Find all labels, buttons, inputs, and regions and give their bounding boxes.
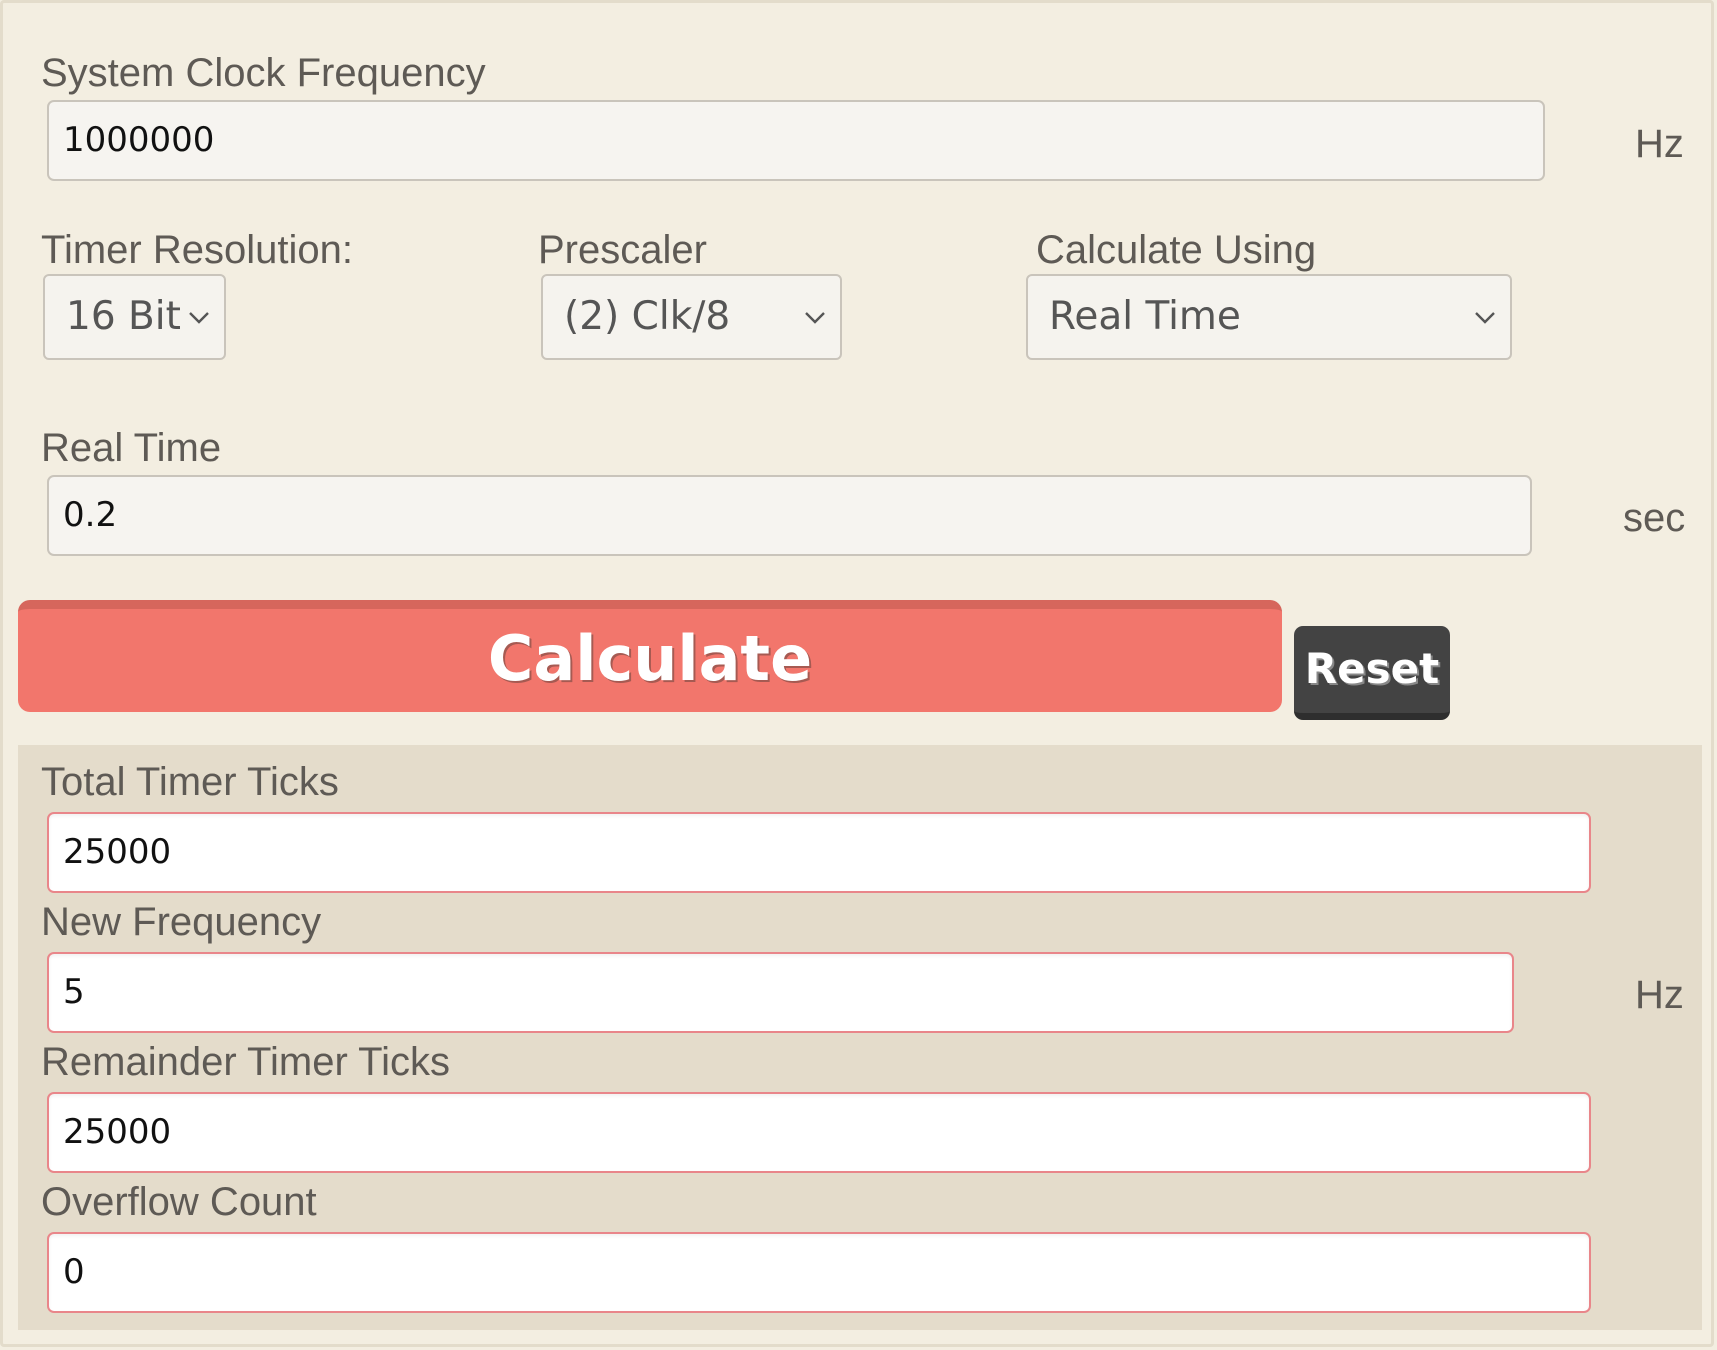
reset-button[interactable]: Reset: [1294, 626, 1450, 720]
calculate-button[interactable]: Calculate: [18, 600, 1282, 712]
chevron-down-icon: [1475, 312, 1495, 324]
new-frequency-unit: Hz: [1635, 973, 1684, 1017]
chevron-down-icon: [805, 312, 825, 324]
real-time-unit: sec: [1623, 496, 1686, 540]
clock-frequency-label: System Clock Frequency: [41, 51, 486, 95]
calculate-using-value: Real Time: [1049, 294, 1241, 339]
total-ticks-label: Total Timer Ticks: [41, 760, 339, 804]
timer-resolution-select[interactable]: 16 Bit: [43, 274, 226, 360]
prescaler-value: (2) Clk/8: [564, 294, 731, 339]
calculate-using-select[interactable]: Real Time: [1026, 274, 1512, 360]
real-time-input[interactable]: 0.2: [47, 475, 1532, 556]
overflow-count-output[interactable]: 0: [47, 1232, 1591, 1313]
chevron-down-icon: [189, 312, 209, 324]
remainder-ticks-output[interactable]: 25000: [47, 1092, 1591, 1173]
new-frequency-output[interactable]: 5: [47, 952, 1514, 1033]
timer-resolution-label: Timer Resolution:: [41, 228, 353, 272]
timer-calculator-panel: System Clock Frequency 1000000 Hz Timer …: [0, 0, 1714, 1347]
remainder-ticks-label: Remainder Timer Ticks: [41, 1040, 450, 1084]
total-ticks-output[interactable]: 25000: [47, 812, 1591, 893]
real-time-label: Real Time: [41, 426, 222, 470]
timer-resolution-value: 16 Bit: [66, 294, 181, 339]
calculate-using-label: Calculate Using: [1036, 228, 1317, 272]
prescaler-label: Prescaler: [538, 228, 707, 272]
clock-frequency-input[interactable]: 1000000: [47, 100, 1545, 181]
results-section: Total Timer Ticks 25000 New Frequency 5 …: [18, 745, 1702, 1330]
clock-frequency-unit: Hz: [1635, 122, 1684, 166]
new-frequency-label: New Frequency: [41, 900, 322, 944]
overflow-count-label: Overflow Count: [41, 1180, 317, 1224]
prescaler-select[interactable]: (2) Clk/8: [541, 274, 842, 360]
